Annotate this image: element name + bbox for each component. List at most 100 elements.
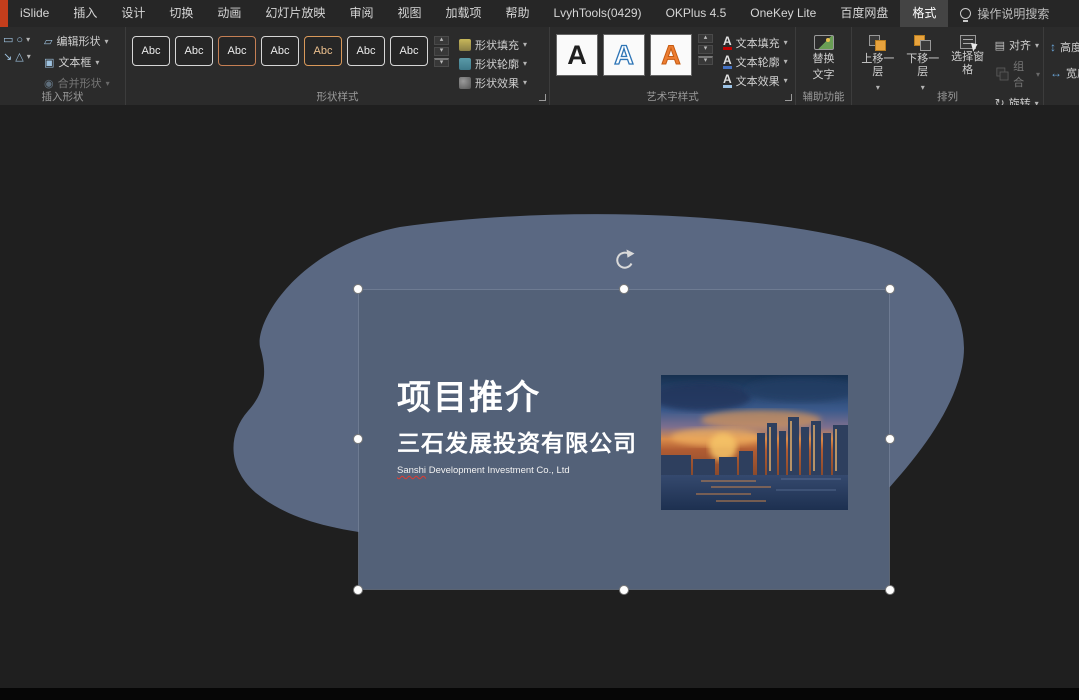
width-field[interactable]: ↔ 宽度	[1050, 65, 1078, 81]
bring-forward-icon	[869, 35, 886, 51]
slide-title[interactable]: 项目推介	[397, 379, 637, 417]
arrow-shape-icon[interactable]: ↘	[3, 50, 12, 63]
group-size: ↕ 高度 ↔ 宽度	[1044, 27, 1079, 105]
edit-shape-label: 编辑形状	[56, 33, 100, 49]
shape-outline-button[interactable]: 形状轮廓 ▾	[459, 56, 527, 71]
group-objects-button: 组合 ▾	[995, 58, 1040, 90]
menu-tab-transitions[interactable]: 切换	[157, 0, 205, 27]
selection-handle-n[interactable]	[620, 285, 629, 294]
group-wordart-styles: A A A ▴ ▾ ▾ A 文本填充 ▾ A 文本轮廓 ▾	[550, 27, 796, 105]
menu-tab-okplus[interactable]: OKPlus 4.5	[654, 0, 739, 27]
menu-tab-slideshow[interactable]: 幻灯片放映	[253, 0, 337, 27]
shape-effects-button[interactable]: 形状效果 ▾	[459, 75, 527, 90]
text-outline-label: 文本轮廓	[736, 54, 780, 70]
cityscape-graphic	[661, 375, 848, 510]
triangle-shape-icon[interactable]: △	[15, 50, 23, 63]
group-label-arrange: 排列	[852, 89, 1043, 104]
merge-shapes-icon: ◉	[44, 77, 54, 90]
menu-tab-format[interactable]: 格式	[900, 0, 948, 27]
wordart-letter: A	[661, 40, 681, 71]
text-box-button[interactable]: ▣ 文本框 ▾	[44, 54, 110, 70]
chevron-down-icon[interactable]: ▾	[26, 35, 30, 44]
caption-rest: Development Investment Co., Ltd	[426, 465, 570, 476]
slide-text-block[interactable]: 项目推介 三石发展投资有限公司 Sanshi Development Inves…	[397, 379, 637, 476]
rectangle-shape-icon[interactable]: ▭	[3, 33, 13, 46]
menu-tab-view[interactable]: 视图	[385, 0, 433, 27]
menu-tab-review[interactable]: 审阅	[337, 0, 385, 27]
group-arrange: 上移一层 ▾ 下移一层 ▾ 选择窗格 ▤ 对齐 ▾ 组合	[852, 27, 1044, 105]
gallery-down-button[interactable]: ▾	[434, 47, 449, 56]
menu-tab-animations[interactable]: 动画	[205, 0, 253, 27]
shape-gallery-row-1[interactable]: ▭ ○ ▾	[3, 33, 37, 46]
menu-tab-help[interactable]: 帮助	[493, 0, 541, 27]
text-effects-label: 文本效果	[736, 73, 780, 89]
shape-fill-button[interactable]: 形状填充 ▾	[459, 37, 527, 52]
alt-text-label-line1: 替换	[813, 53, 835, 66]
menu-tab-baidu-netdisk[interactable]: 百度网盘	[828, 0, 900, 27]
ribbon: ▭ ○ ▾ ↘ △ ▾ ▱ 编辑形状 ▾ ▣ 文本框	[0, 27, 1079, 105]
search-label: 操作说明搜索	[977, 5, 1049, 22]
shape-style-preview-2[interactable]: Abc	[175, 36, 213, 66]
menu-tab-design[interactable]: 设计	[109, 0, 157, 27]
selection-handle-w[interactable]	[354, 435, 363, 444]
alt-text-button[interactable]: 替换 文字	[796, 27, 851, 82]
shape-style-preview-7[interactable]: Abc	[390, 36, 428, 66]
menu-tab-onekey[interactable]: OneKey Lite	[738, 0, 828, 27]
wordart-gallery-down-button[interactable]: ▾	[698, 45, 713, 54]
selection-handle-s[interactable]	[620, 586, 629, 595]
menu-tab-lvyhtools[interactable]: LvyhTools(0429)	[542, 0, 654, 27]
gallery-up-button[interactable]: ▴	[434, 36, 449, 45]
edit-shape-button[interactable]: ▱ 编辑形状 ▾	[44, 33, 110, 49]
menu-tab-islide[interactable]: iSlide	[8, 0, 61, 27]
group-objects-icon	[996, 68, 1008, 81]
text-fill-button[interactable]: A 文本填充 ▾	[723, 35, 788, 50]
wordart-preview-2[interactable]: A	[603, 34, 645, 76]
chevron-down-icon: ▾	[523, 40, 527, 49]
shape-style-preview-6[interactable]: Abc	[347, 36, 385, 66]
menu-tab-addins[interactable]: 加载项	[433, 0, 493, 27]
text-outline-button[interactable]: A 文本轮廓 ▾	[723, 54, 788, 69]
height-field[interactable]: ↕ 高度	[1050, 39, 1078, 55]
wordart-preview-1[interactable]: A	[556, 34, 598, 76]
chevron-down-icon: ▾	[523, 59, 527, 68]
slide-image-cityscape[interactable]	[661, 375, 848, 510]
app-icon[interactable]	[0, 0, 8, 27]
selection-handle-e[interactable]	[886, 435, 895, 444]
dialog-launcher-icon[interactable]	[785, 94, 792, 101]
shape-gallery-row-2[interactable]: ↘ △ ▾	[3, 50, 37, 63]
shape-style-preview-5[interactable]: Abc	[304, 36, 342, 66]
wordart-gallery-up-button[interactable]: ▴	[698, 34, 713, 43]
wordart-preview-3[interactable]: A	[650, 34, 692, 76]
menu-tab-insert[interactable]: 插入	[61, 0, 109, 27]
gallery-expand-button[interactable]: ▾	[434, 58, 449, 67]
chevron-down-icon: ▾	[784, 57, 788, 66]
text-box-icon: ▣	[44, 56, 54, 69]
chevron-down-icon: ▾	[1036, 70, 1040, 79]
group-label-insert-shapes: 插入形状	[0, 89, 125, 104]
shape-style-preview-3[interactable]: Abc	[218, 36, 256, 66]
send-backward-label: 下移一层	[902, 53, 944, 79]
shape-fill-icon	[459, 39, 471, 51]
menu-bar: iSlide 插入 设计 切换 动画 幻灯片放映 审阅 视图 加载项 帮助 Lv…	[0, 0, 1079, 27]
oval-shape-icon[interactable]: ○	[16, 34, 23, 46]
chevron-down-icon: ▾	[1035, 41, 1039, 50]
slide-canvas[interactable]: 项目推介 三石发展投资有限公司 Sanshi Development Inves…	[0, 105, 1079, 688]
group-label-accessibility: 辅助功能	[796, 89, 851, 104]
wordart-gallery-expand-button[interactable]: ▾	[698, 56, 713, 65]
selection-handle-sw[interactable]	[354, 586, 363, 595]
slide-caption[interactable]: Sanshi Development Investment Co., Ltd	[397, 465, 637, 476]
selection-handle-nw[interactable]	[354, 285, 363, 294]
dialog-launcher-icon[interactable]	[539, 94, 546, 101]
edit-shape-icon: ▱	[44, 35, 52, 48]
shape-effects-icon	[459, 77, 471, 89]
tell-me-search[interactable]: 操作说明搜索	[960, 5, 1049, 22]
selection-handle-ne[interactable]	[886, 285, 895, 294]
text-effects-button[interactable]: A 文本效果 ▾	[723, 73, 788, 88]
selection-handle-se[interactable]	[886, 586, 895, 595]
shape-style-preview-1[interactable]: Abc	[132, 36, 170, 66]
chevron-down-icon[interactable]: ▾	[27, 52, 31, 61]
shape-style-preview-4[interactable]: Abc	[261, 36, 299, 66]
text-fill-icon: A	[723, 36, 732, 50]
align-button[interactable]: ▤ 对齐 ▾	[995, 37, 1040, 53]
slide-subtitle[interactable]: 三石发展投资有限公司	[397, 431, 637, 456]
